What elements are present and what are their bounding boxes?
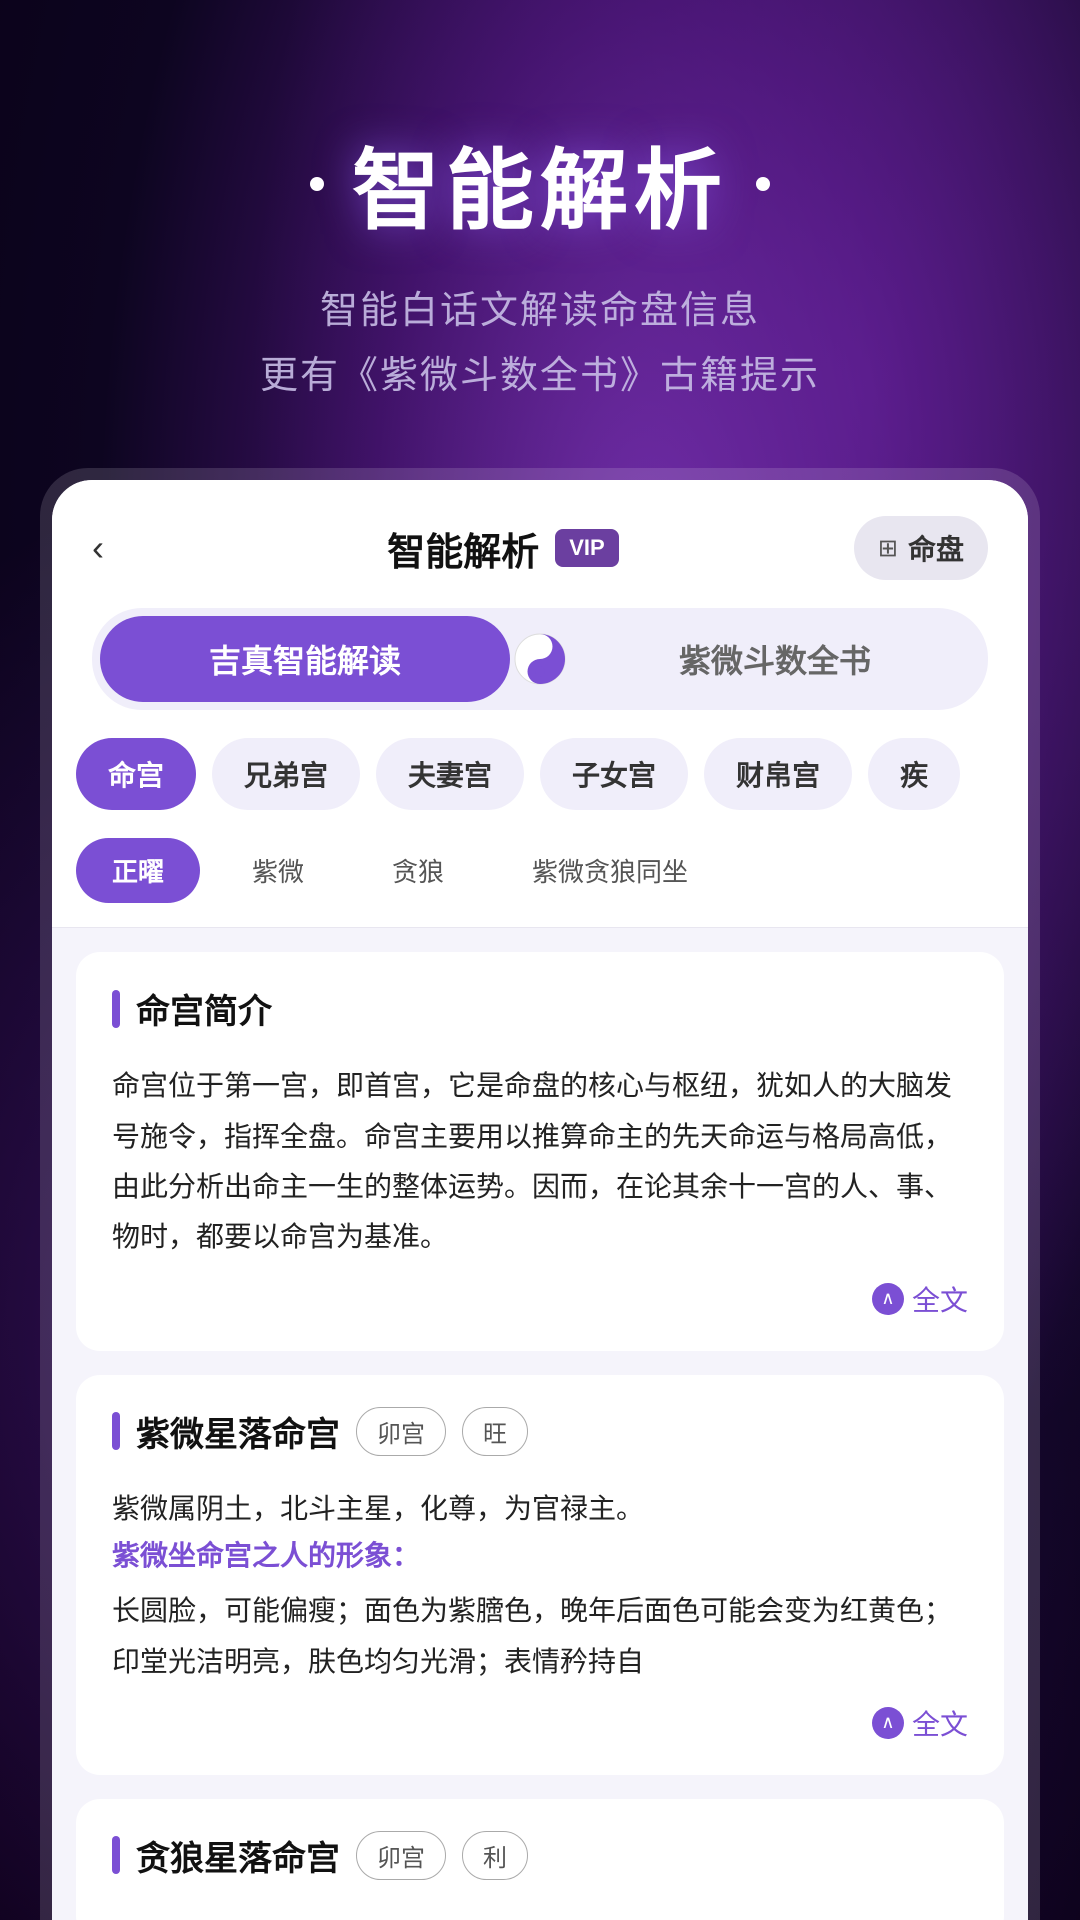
section-card-1: 紫微星落命宫 卯宫 旺 紫微属阴土，北斗主星，化尊，为官禄主。 紫微坐命宫之人的… bbox=[76, 1375, 1004, 1775]
grid-icon: ⊞ bbox=[878, 534, 898, 563]
chevron-up-icon-0: ∧ bbox=[872, 1283, 904, 1315]
section-body-0: 命宫位于第一宫，即首宫，它是命盘的核心与枢纽，犹如人的大脑发号施令，指挥全盘。命… bbox=[112, 1061, 968, 1263]
mingpan-button[interactable]: ⊞ 命盘 bbox=[854, 516, 988, 580]
section-card-0: 命宫简介 命宫位于第一宫，即首宫，它是命盘的核心与枢纽，犹如人的大脑发号施令，指… bbox=[76, 952, 1004, 1351]
tag-li: 利 bbox=[462, 1831, 528, 1880]
read-more-row-0: ∧ 全文 bbox=[112, 1279, 968, 1319]
nav-title-area: 智能解析 VIP bbox=[387, 521, 618, 576]
read-more-button-1[interactable]: ∧ 全文 bbox=[872, 1703, 968, 1743]
read-more-row-1: ∧ 全文 bbox=[112, 1703, 968, 1743]
subfilter-section: 正曜 紫微 贪狼 紫微贪狼同坐 bbox=[52, 838, 1028, 928]
section-bar-0 bbox=[112, 990, 120, 1028]
category-pill-1[interactable]: 兄弟宫 bbox=[212, 738, 360, 810]
tag-mao2: 卯宫 bbox=[356, 1831, 446, 1880]
content-area: 命宫简介 命宫位于第一宫，即首宫，它是命盘的核心与枢纽，犹如人的大脑发号施令，指… bbox=[52, 928, 1028, 1920]
read-more-label-0: 全文 bbox=[912, 1279, 968, 1319]
tag-mao: 卯宫 bbox=[356, 1407, 446, 1456]
vip-badge: VIP bbox=[555, 529, 618, 567]
category-scroll: 命宫 兄弟宫 夫妻宫 子女宫 财帛宫 疾 bbox=[76, 734, 1004, 814]
back-button[interactable]: ‹ bbox=[92, 527, 152, 569]
category-pill-0[interactable]: 命宫 bbox=[76, 738, 196, 810]
dot-right bbox=[756, 177, 770, 191]
header-section: 智能解析 智能白话文解读命盘信息 更有《紫微斗数全书》古籍提示 bbox=[0, 0, 1080, 468]
category-pill-5[interactable]: 疾 bbox=[868, 738, 960, 810]
yin-yang-icon bbox=[510, 629, 570, 689]
chevron-up-icon-1: ∧ bbox=[872, 1707, 904, 1739]
section-title-2: 贪狼星落命宫 bbox=[136, 1831, 340, 1880]
header-title-row: 智能解析 bbox=[0, 120, 1080, 247]
section-title-0: 命宫简介 bbox=[136, 984, 272, 1033]
section-link-text-1: 紫微坐命宫之人的形象： bbox=[112, 1534, 968, 1574]
dot-left bbox=[310, 177, 324, 191]
category-pill-3[interactable]: 子女宫 bbox=[540, 738, 688, 810]
section-card-2: 贪狼星落命宫 卯宫 利 bbox=[76, 1799, 1004, 1920]
subfilter-pill-2[interactable]: 贪狼 bbox=[356, 838, 480, 903]
main-card: ‹ 智能解析 VIP ⊞ 命盘 吉真智能解读 bbox=[52, 480, 1028, 1920]
toggle-bar: 吉真智能解读 紫微斗数全书 bbox=[92, 608, 988, 710]
section-body-1: 紫微属阴土，北斗主星，化尊，为官禄主。 bbox=[112, 1484, 968, 1534]
toggle-right-button[interactable]: 紫微斗数全书 bbox=[570, 616, 980, 702]
category-pill-4[interactable]: 财帛宫 bbox=[704, 738, 852, 810]
category-pill-2[interactable]: 夫妻宫 bbox=[376, 738, 524, 810]
section-title-row-0: 命宫简介 bbox=[112, 984, 968, 1033]
subfilter-pill-3[interactable]: 紫微贪狼同坐 bbox=[496, 838, 724, 903]
toggle-section: 吉真智能解读 紫微斗数全书 bbox=[52, 608, 1028, 734]
nav-right-label: 命盘 bbox=[908, 528, 964, 568]
read-more-label-1: 全文 bbox=[912, 1703, 968, 1743]
card-navbar: ‹ 智能解析 VIP ⊞ 命盘 bbox=[52, 480, 1028, 608]
section-title-1: 紫微星落命宫 bbox=[136, 1407, 340, 1456]
section-bar-1 bbox=[112, 1412, 120, 1450]
section-bar-2 bbox=[112, 1836, 120, 1874]
subfilter-scroll: 正曜 紫微 贪狼 紫微贪狼同坐 bbox=[76, 838, 1004, 903]
header-subtitle: 智能白话文解读命盘信息 更有《紫微斗数全书》古籍提示 bbox=[0, 279, 1080, 408]
section-title-row-2: 贪狼星落命宫 卯宫 利 bbox=[112, 1831, 968, 1880]
subfilter-pill-0[interactable]: 正曜 bbox=[76, 838, 200, 903]
subfilter-pill-1[interactable]: 紫微 bbox=[216, 838, 340, 903]
header-title: 智能解析 bbox=[352, 120, 728, 247]
card-container: ‹ 智能解析 VIP ⊞ 命盘 吉真智能解读 bbox=[40, 468, 1040, 1920]
section-body-1b: 长圆脸，可能偏瘦；面色为紫膪色，晚年后面色可能会变为红黄色；印堂光洁明亮，肤色均… bbox=[112, 1586, 968, 1687]
category-section: 命宫 兄弟宫 夫妻宫 子女宫 财帛宫 疾 bbox=[52, 734, 1028, 838]
nav-title: 智能解析 bbox=[387, 521, 539, 576]
tag-wang: 旺 bbox=[462, 1407, 528, 1456]
section-title-row-1: 紫微星落命宫 卯宫 旺 bbox=[112, 1407, 968, 1456]
toggle-left-button[interactable]: 吉真智能解读 bbox=[100, 616, 510, 702]
read-more-button-0[interactable]: ∧ 全文 bbox=[872, 1279, 968, 1319]
